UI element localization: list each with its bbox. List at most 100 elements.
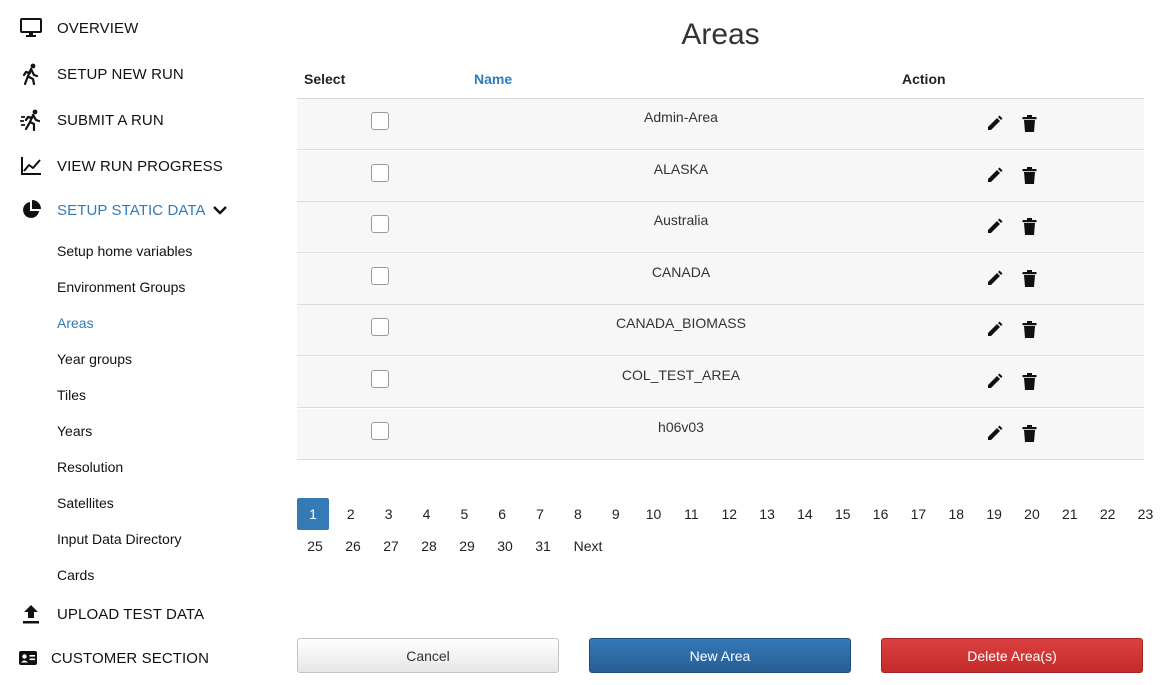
subnav-resolution[interactable]: Resolution bbox=[57, 459, 123, 475]
table-row: COL_TEST_AREA bbox=[297, 357, 1144, 408]
trash-icon[interactable] bbox=[1022, 321, 1037, 339]
column-header-select: Select bbox=[304, 71, 346, 87]
page-link[interactable]: 6 bbox=[486, 498, 518, 530]
page-link[interactable]: 2 bbox=[335, 498, 367, 530]
next-page-link[interactable]: Next bbox=[568, 530, 608, 562]
nav-customer-section[interactable]: CUSTOMER SECTION bbox=[0, 638, 260, 678]
line-chart-icon bbox=[19, 154, 43, 178]
monitor-icon bbox=[19, 16, 43, 40]
subnav-cards[interactable]: Cards bbox=[57, 567, 94, 583]
row-select-checkbox[interactable] bbox=[371, 318, 389, 337]
row-area-name: ALASKA bbox=[653, 160, 709, 177]
page-link[interactable]: 4 bbox=[411, 498, 443, 530]
row-area-name: COL_TEST_AREA bbox=[621, 367, 741, 383]
edit-icon[interactable] bbox=[986, 321, 1003, 338]
row-select-checkbox[interactable] bbox=[371, 215, 389, 234]
pie-chart-icon bbox=[19, 198, 43, 222]
subnav-input-data-directory[interactable]: Input Data Directory bbox=[57, 531, 182, 547]
subnav-satellites[interactable]: Satellites bbox=[57, 495, 114, 511]
page-link[interactable]: 26 bbox=[337, 530, 369, 562]
chevron-down-icon[interactable] bbox=[212, 202, 228, 218]
page-link[interactable]: 31 bbox=[527, 530, 559, 562]
subnav-year-groups[interactable]: Year groups bbox=[57, 351, 132, 367]
page-link[interactable]: 11 bbox=[675, 498, 707, 530]
delete-areas-button[interactable]: Delete Area(s) bbox=[881, 638, 1143, 673]
nav-overview[interactable]: OVERVIEW bbox=[0, 8, 260, 48]
page-link[interactable]: 7 bbox=[524, 498, 556, 530]
page-link[interactable]: 22 bbox=[1092, 498, 1124, 530]
page-link[interactable]: 29 bbox=[451, 530, 483, 562]
page-link[interactable]: 19 bbox=[978, 498, 1010, 530]
subnav-environment-groups[interactable]: Environment Groups bbox=[57, 279, 185, 295]
edit-icon[interactable] bbox=[986, 425, 1003, 442]
nav-setup-static-data[interactable]: SETUP STATIC DATA bbox=[0, 190, 260, 230]
nav-upload-test-data-label: UPLOAD TEST DATA bbox=[57, 605, 205, 623]
trash-icon[interactable] bbox=[1022, 269, 1037, 287]
nav-upload-test-data[interactable]: UPLOAD TEST DATA bbox=[0, 594, 260, 634]
row-select-checkbox[interactable] bbox=[371, 112, 389, 130]
page-link[interactable]: 14 bbox=[789, 498, 821, 530]
trash-icon[interactable] bbox=[1022, 166, 1037, 184]
page-link[interactable]: 16 bbox=[865, 498, 897, 530]
page-link[interactable]: 10 bbox=[638, 498, 670, 530]
new-area-button[interactable]: New Area bbox=[589, 638, 851, 673]
subnav-setup-home-variables[interactable]: Setup home variables bbox=[57, 243, 192, 259]
trash-icon[interactable] bbox=[1022, 218, 1037, 236]
cancel-button[interactable]: Cancel bbox=[297, 638, 559, 673]
app-root: OVERVIEW SETUP NEW RUN SUBMIT A RUN VIEW… bbox=[0, 0, 1164, 685]
table-row: CANADA bbox=[297, 253, 1144, 305]
row-select-checkbox[interactable] bbox=[371, 163, 389, 182]
table-row: Australia bbox=[297, 202, 1144, 254]
running-person-icon bbox=[19, 108, 43, 132]
column-header-name[interactable]: Name bbox=[474, 71, 512, 87]
row-select-checkbox[interactable] bbox=[371, 266, 389, 285]
page-link[interactable]: 27 bbox=[375, 530, 407, 562]
page-link[interactable]: 5 bbox=[448, 498, 480, 530]
upload-icon bbox=[19, 602, 43, 626]
page-link[interactable]: 25 bbox=[299, 530, 331, 562]
subnav-areas[interactable]: Areas bbox=[57, 315, 94, 331]
page-link[interactable]: 8 bbox=[562, 498, 594, 530]
nav-setup-new-run[interactable]: SETUP NEW RUN bbox=[0, 54, 260, 94]
walking-person-icon bbox=[19, 62, 43, 86]
trash-icon[interactable] bbox=[1022, 115, 1037, 132]
page-link[interactable]: 28 bbox=[413, 530, 445, 562]
trash-icon[interactable] bbox=[1022, 424, 1037, 442]
row-area-name: h06v03 bbox=[658, 418, 704, 435]
edit-icon[interactable] bbox=[986, 218, 1003, 235]
row-select-checkbox[interactable] bbox=[371, 370, 389, 388]
row-area-name: CANADA_BIOMASS bbox=[616, 315, 746, 332]
subnav-tiles[interactable]: Tiles bbox=[57, 387, 86, 403]
table-row: h06v03 bbox=[297, 408, 1144, 460]
row-area-name: Admin-Area bbox=[644, 109, 718, 125]
page-link[interactable]: 20 bbox=[1016, 498, 1048, 530]
page-link[interactable]: 9 bbox=[600, 498, 632, 530]
page-link[interactable]: 15 bbox=[827, 498, 859, 530]
page-link[interactable]: 18 bbox=[940, 498, 972, 530]
page-link[interactable]: 30 bbox=[489, 530, 521, 562]
nav-view-run-progress[interactable]: VIEW RUN PROGRESS bbox=[0, 146, 260, 186]
edit-icon[interactable] bbox=[986, 270, 1003, 287]
page-current[interactable]: 1 bbox=[297, 498, 329, 530]
page-link[interactable]: 17 bbox=[902, 498, 934, 530]
nav-customer-section-label: CUSTOMER SECTION bbox=[51, 649, 210, 667]
row-area-name: CANADA bbox=[651, 263, 711, 280]
nav-submit-run[interactable]: SUBMIT A RUN bbox=[0, 100, 260, 140]
edit-icon[interactable] bbox=[986, 373, 1003, 390]
subnav-years[interactable]: Years bbox=[57, 423, 92, 439]
nav-view-run-progress-label: VIEW RUN PROGRESS bbox=[57, 157, 223, 175]
table-row: ALASKA bbox=[297, 150, 1144, 202]
table-row: Admin-Area bbox=[297, 99, 1144, 150]
page-link[interactable]: 13 bbox=[751, 498, 783, 530]
page-link[interactable]: 3 bbox=[373, 498, 405, 530]
id-card-icon bbox=[16, 646, 40, 670]
edit-icon[interactable] bbox=[986, 167, 1003, 184]
page-link[interactable]: 21 bbox=[1054, 498, 1086, 530]
sidebar: OVERVIEW SETUP NEW RUN SUBMIT A RUN VIEW… bbox=[0, 0, 270, 685]
trash-icon[interactable] bbox=[1022, 373, 1037, 390]
page-link[interactable]: 23 bbox=[1129, 498, 1161, 530]
row-select-checkbox[interactable] bbox=[371, 421, 389, 440]
column-header-action: Action bbox=[902, 71, 946, 87]
edit-icon[interactable] bbox=[986, 115, 1003, 132]
page-link[interactable]: 12 bbox=[713, 498, 745, 530]
